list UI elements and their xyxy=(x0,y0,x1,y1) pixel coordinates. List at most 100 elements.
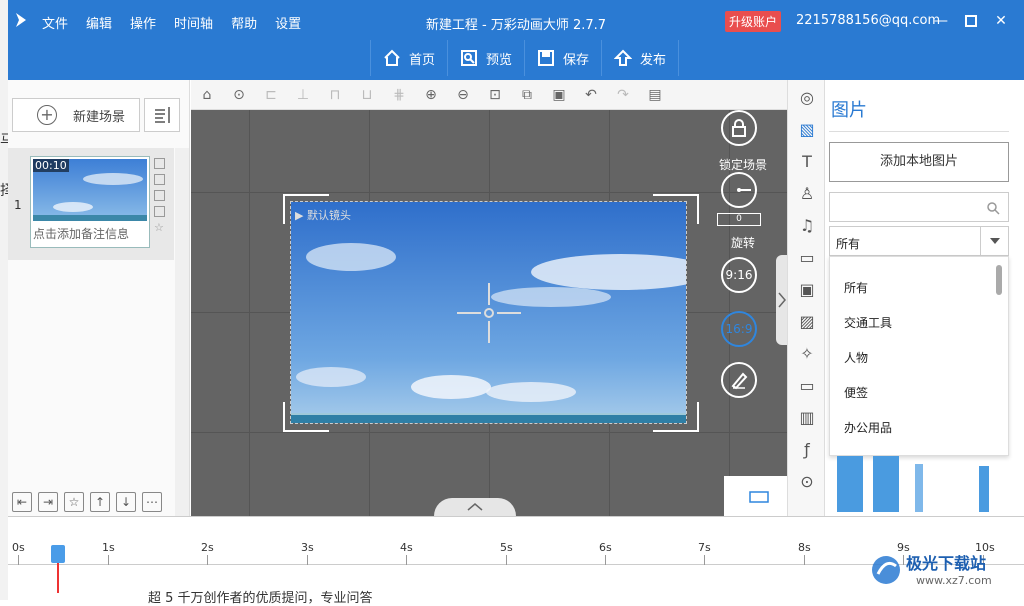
image-search-input[interactable] xyxy=(829,192,1009,222)
formula-icon[interactable]: ƒ xyxy=(797,440,817,460)
preview-button[interactable]: 预览 xyxy=(447,40,524,76)
publish-icon xyxy=(614,49,633,66)
expand-timeline-tab[interactable] xyxy=(434,498,516,516)
tick-label: 5s xyxy=(500,541,513,554)
tick-label: 2s xyxy=(201,541,214,554)
align-bottom-icon[interactable]: ⊔ xyxy=(359,87,375,103)
camera-frame-corner xyxy=(283,194,329,224)
align-left-icon[interactable]: ⊏ xyxy=(263,87,279,103)
magic-wand-icon[interactable]: ✧ xyxy=(797,344,817,364)
app-window: 文件 编辑 操作 时间轴 帮助 设置 新建工程 - 万彩动画大师 2.7.7 升… xyxy=(8,0,1024,606)
scene-thumbnail[interactable]: 00:10 点击添加备注信息 xyxy=(30,156,150,248)
lock-scene-button[interactable] xyxy=(721,110,757,146)
playhead-line xyxy=(57,563,59,593)
chevron-right-icon xyxy=(778,292,786,308)
more-elements-icon[interactable]: ⊙ xyxy=(797,472,817,492)
playhead-handle[interactable] xyxy=(51,545,65,563)
character-icon[interactable]: ♙ xyxy=(797,184,817,204)
camera-frame-corner xyxy=(653,402,699,432)
image-thumbnails[interactable] xyxy=(829,456,1009,516)
category-option[interactable]: 所有 xyxy=(844,279,868,296)
move-up-icon[interactable]: ↑ xyxy=(90,492,110,512)
element-type-strip: ◎ ▧ T ♙ ♫ ▭ ▣ ▨ ✧ ▭ ▥ ƒ ⊙ xyxy=(787,80,825,516)
category-option[interactable]: 交通工具 xyxy=(844,314,892,331)
category-option[interactable]: 人物 xyxy=(844,349,868,366)
new-scene-button[interactable]: + 新建场景 xyxy=(12,98,140,132)
star-icon[interactable]: ☆ xyxy=(154,222,165,233)
export-scene-icon[interactable] xyxy=(154,190,165,201)
category-option[interactable]: 便签 xyxy=(844,384,868,401)
distribute-icon[interactable]: ⋕ xyxy=(391,87,407,103)
paste-icon[interactable]: ▣ xyxy=(551,87,567,103)
scene-scrollbar[interactable] xyxy=(175,148,189,516)
ratio-16-9-button[interactable]: 16:9 xyxy=(721,311,757,347)
align-top-icon[interactable]: ⊓ xyxy=(327,87,343,103)
more-options-icon[interactable]: ⊙ xyxy=(231,87,247,103)
editing-canvas[interactable]: ▶ 默认镜头 锁定场景 0 旋转 9:16 16:9 xyxy=(191,110,787,516)
watermark-name: 极光下载站 xyxy=(906,554,987,573)
rotate-dial[interactable] xyxy=(721,172,757,208)
copy-scene-icon[interactable] xyxy=(154,158,165,169)
image-icon[interactable]: ▧ xyxy=(797,120,817,140)
move-down-icon[interactable]: ↓ xyxy=(116,492,136,512)
duplicate-scene-icon[interactable] xyxy=(154,206,165,217)
tick-mark xyxy=(704,555,705,565)
zoom-in-icon[interactable]: ⊕ xyxy=(423,87,439,103)
home-view-icon[interactable]: ⌂ xyxy=(199,87,215,103)
svg-icon[interactable]: ▣ xyxy=(797,280,817,300)
undo-icon[interactable]: ↶ xyxy=(583,87,599,103)
export-icon[interactable]: ⇥ xyxy=(38,492,58,512)
dropdown-scrollbar[interactable] xyxy=(996,265,1002,295)
edit-button[interactable] xyxy=(721,362,757,398)
category-option[interactable]: 办公用品 xyxy=(844,419,892,436)
shape-icon[interactable]: ◎ xyxy=(797,88,817,108)
add-local-image-button[interactable]: 添加本地图片 xyxy=(829,142,1009,182)
scene-note-field[interactable]: 点击添加备注信息 xyxy=(33,225,147,245)
image-panel: 图片 添加本地图片 所有 所有 交通工具 人物 便签 办公用品 xyxy=(825,80,1024,516)
sort-icon xyxy=(155,107,170,123)
maximize-icon[interactable] xyxy=(962,12,980,30)
canvas-controls: 锁定场景 0 旋转 9:16 16:9 xyxy=(711,110,775,410)
lock-icon[interactable]: ⊡ xyxy=(487,87,503,103)
music-icon[interactable]: ♫ xyxy=(797,216,817,236)
align-center-icon[interactable]: ⊥ xyxy=(295,87,311,103)
video-icon[interactable]: ▥ xyxy=(797,408,817,428)
background-icon[interactable]: ▨ xyxy=(797,312,817,332)
save-button[interactable]: 保存 xyxy=(524,40,601,76)
copy-icon[interactable]: ⧉ xyxy=(519,87,535,103)
mini-map[interactable] xyxy=(724,476,787,516)
panel-collapse-tab[interactable] xyxy=(776,255,787,345)
chevron-up-icon xyxy=(467,503,483,511)
publish-button[interactable]: 发布 xyxy=(601,40,680,76)
scene-stage[interactable] xyxy=(290,201,687,424)
favorite-icon[interactable]: ☆ xyxy=(64,492,84,512)
chevron-down-icon[interactable] xyxy=(980,227,1008,255)
minimize-icon[interactable]: — xyxy=(932,12,950,30)
background-page-text: 超 5 千万创作者的优质提问，专业问答 xyxy=(148,591,373,606)
scene-item[interactable]: 1 00:10 点击添加备注信息 ☆ xyxy=(8,148,174,260)
close-icon[interactable]: ✕ xyxy=(992,12,1010,30)
edit-icon xyxy=(731,372,748,390)
text-icon[interactable]: T xyxy=(797,152,817,172)
scene-duration: 00:10 xyxy=(33,159,69,172)
sky-background-image xyxy=(291,202,686,423)
redo-icon[interactable]: ↷ xyxy=(615,87,631,103)
scene-panel: + 新建场景 1 00:10 点击添加备注信息 ☆ ⇤ ⇥ ☆ ↑ ↓ ⋯ xyxy=(8,80,190,516)
more-icon[interactable]: ⋯ xyxy=(142,492,162,512)
rotate-value-input[interactable]: 0 xyxy=(717,213,761,226)
scene-sort-button[interactable] xyxy=(144,98,180,132)
upgrade-button[interactable]: 升级账户 xyxy=(725,11,782,32)
main-toolbar: 首页 预览 保存 发布 xyxy=(370,40,680,76)
home-button[interactable]: 首页 xyxy=(370,40,447,76)
account-email[interactable]: 2215788156@qq.com xyxy=(796,13,940,28)
scene-bottom-toolbar: ⇤ ⇥ ☆ ↑ ↓ ⋯ xyxy=(8,488,174,516)
ratio-9-16-button[interactable]: 9:16 xyxy=(721,257,757,293)
tick-label: 6s xyxy=(599,541,612,554)
zoom-out-icon[interactable]: ⊖ xyxy=(455,87,471,103)
category-select[interactable]: 所有 xyxy=(829,226,1009,256)
delete-scene-icon[interactable] xyxy=(154,174,165,185)
folder-icon[interactable]: ▭ xyxy=(797,376,817,396)
settings-preview-icon[interactable]: ▤ xyxy=(647,87,663,103)
import-icon[interactable]: ⇤ xyxy=(12,492,32,512)
speech-bubble-icon[interactable]: ▭ xyxy=(797,248,817,268)
